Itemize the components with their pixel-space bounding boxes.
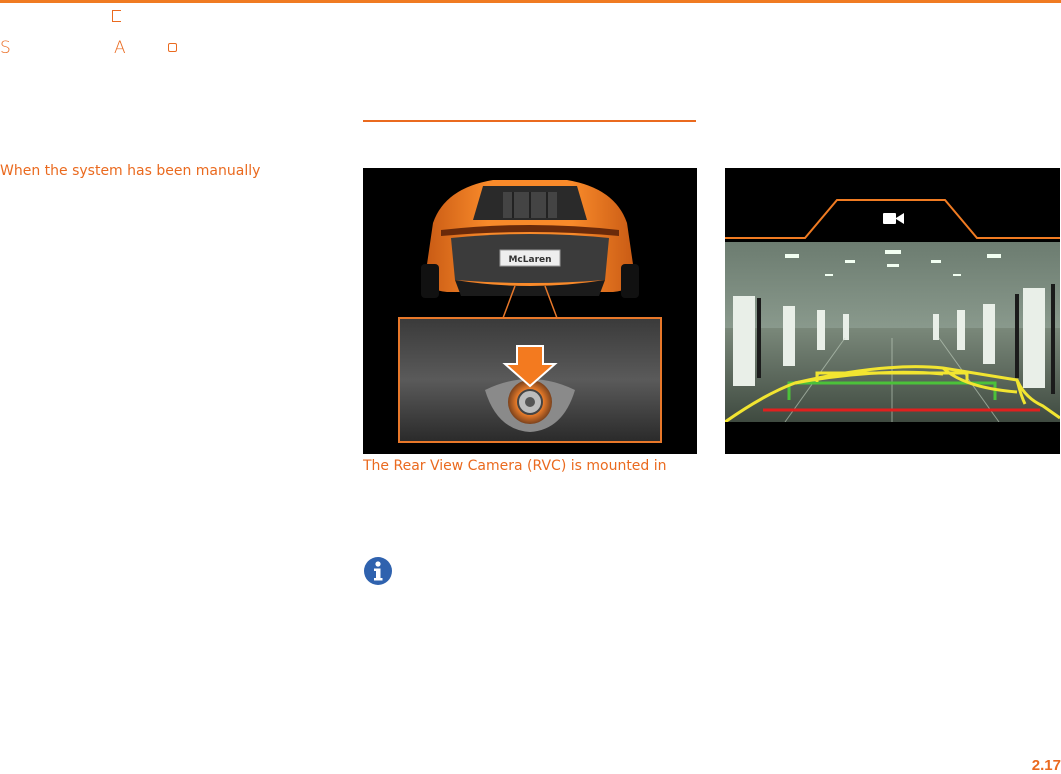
section-rule	[363, 120, 696, 122]
car-rear-illustration: McLaren	[398, 180, 662, 443]
figure-caption: The Rear View Camera (RVC) is mounted in	[363, 458, 667, 474]
header-square-glyph	[168, 43, 177, 52]
rvc-display-illustration	[725, 199, 1060, 454]
header-fragment-s: S	[0, 38, 11, 58]
video-camera-icon	[883, 213, 904, 224]
rvc-display-figure	[725, 168, 1060, 454]
top-rule	[0, 0, 1061, 3]
car-rear-figure: McLaren	[363, 168, 697, 454]
header-fragment-a: A	[114, 38, 126, 58]
left-column-text: When the system has been manually	[0, 163, 261, 179]
license-plate-text: McLaren	[508, 255, 551, 265]
page-number: 2.17	[1031, 757, 1061, 774]
info-icon	[364, 557, 392, 585]
header-bracket-glyph	[112, 10, 121, 22]
